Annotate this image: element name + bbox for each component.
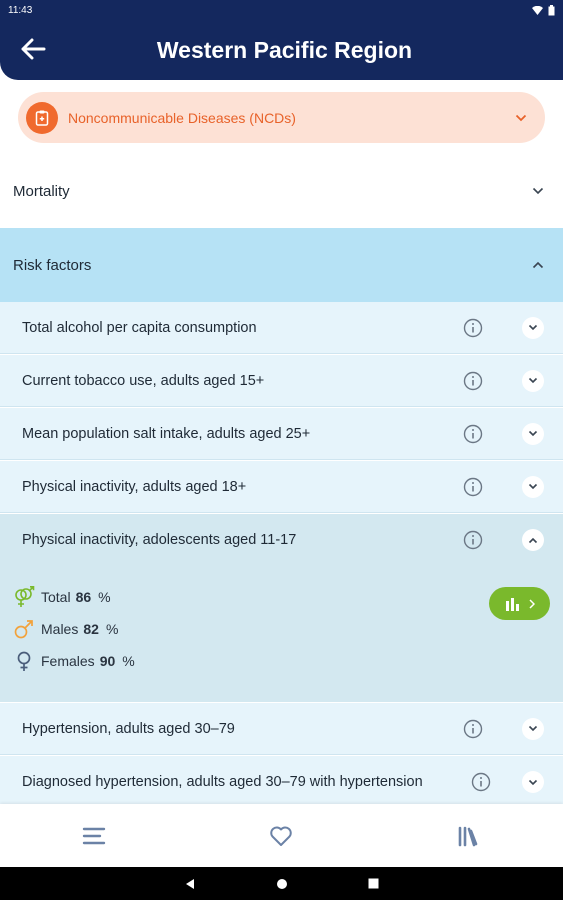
section-risk-factors-label: Risk factors <box>13 256 92 274</box>
info-icon[interactable] <box>462 317 484 339</box>
menu-icon <box>82 827 106 844</box>
system-back-icon[interactable] <box>184 878 196 890</box>
bottom-navigation <box>0 804 563 867</box>
risk-item-row[interactable]: Diagnosed hypertension, adults aged 30–7… <box>0 756 563 808</box>
info-icon[interactable] <box>462 370 484 392</box>
info-icon[interactable] <box>462 718 484 740</box>
wifi-icon <box>532 5 543 15</box>
chevron-down-icon <box>528 779 538 785</box>
expand-button[interactable] <box>522 771 544 793</box>
page-title: Western Pacific Region <box>156 36 413 63</box>
category-dropdown[interactable]: Noncommunicable Diseases (NCDs) <box>18 92 545 143</box>
info-icon[interactable] <box>462 423 484 445</box>
info-icon[interactable] <box>470 771 492 793</box>
risk-item-label: Diagnosed hypertension, adults aged 30–7… <box>22 774 423 790</box>
favorites-heart-icon <box>270 826 293 846</box>
risk-item-label: Total alcohol per capita consumption <box>22 319 257 336</box>
risk-item-label: Physical inactivity, adults aged 18+ <box>22 478 247 495</box>
risk-item-row[interactable]: Physical inactivity, adults aged 18+ <box>0 461 563 513</box>
risk-item-label: Mean population salt intake, adults aged… <box>22 425 311 442</box>
back-button[interactable] <box>16 34 50 64</box>
stat-total-unit: % <box>98 589 111 605</box>
menu-button[interactable] <box>74 816 114 856</box>
chevron-up-icon <box>528 255 548 275</box>
view-chart-button[interactable] <box>489 587 550 620</box>
system-home-icon[interactable] <box>276 878 288 890</box>
system-navigation-bar <box>0 867 563 900</box>
risk-item-row-expanded[interactable]: Physical inactivity, adolescents aged 11… <box>0 514 563 566</box>
stat-males: Males 82 % <box>12 618 118 640</box>
section-mortality[interactable]: Mortality <box>0 155 563 227</box>
system-recents-icon[interactable] <box>368 878 379 889</box>
chevron-down-icon <box>528 430 538 437</box>
expand-button[interactable] <box>522 475 544 498</box>
section-risk-factors[interactable]: Risk factors <box>0 228 563 302</box>
chevron-up-icon <box>528 537 538 543</box>
battery-icon <box>548 4 555 15</box>
risk-item-row[interactable]: Current tobacco use, adults aged 15+ <box>0 355 563 407</box>
arrow-left-icon <box>21 38 46 60</box>
risk-item-label: Physical inactivity, adolescents aged 11… <box>22 532 297 548</box>
stat-males-label: Males <box>41 621 79 637</box>
chevron-right-icon <box>528 598 535 609</box>
info-icon[interactable] <box>462 476 484 498</box>
expand-button[interactable] <box>522 422 544 445</box>
male-icon <box>12 618 36 640</box>
risk-item-row[interactable]: Hypertension, adults aged 30–79 <box>0 703 563 755</box>
chevron-down-icon <box>528 725 538 732</box>
app-header: Western Pacific Region <box>0 20 563 80</box>
stat-females-label: Females <box>41 653 95 669</box>
status-time: 11:43 <box>8 4 33 16</box>
expand-button[interactable] <box>522 717 544 740</box>
collapse-button[interactable] <box>522 529 544 551</box>
stat-total-value: 86 <box>75 589 92 605</box>
stat-females: Females 90 % <box>12 650 135 672</box>
stat-total: Total 86 % <box>12 586 111 608</box>
section-mortality-label: Mortality <box>13 182 70 200</box>
chevron-down-icon <box>511 108 531 128</box>
stat-total-label: Total <box>41 589 71 605</box>
bar-chart-icon <box>505 597 519 611</box>
risk-item-row[interactable]: Mean population salt intake, adults aged… <box>0 408 563 460</box>
chevron-down-icon <box>528 324 538 331</box>
risk-item-label: Current tobacco use, adults aged 15+ <box>22 372 265 389</box>
gender-total-icon <box>12 586 36 608</box>
risk-item-row[interactable]: Total alcohol per capita consumption <box>0 302 563 354</box>
status-bar: 11:43 <box>0 0 563 20</box>
stat-females-unit: % <box>122 653 135 669</box>
category-label: Noncommunicable Diseases (NCDs) <box>68 109 296 126</box>
status-icons <box>532 4 555 16</box>
info-icon[interactable] <box>462 529 484 551</box>
stat-females-value: 90 <box>99 653 116 669</box>
library-icon <box>458 826 478 846</box>
favorites-button[interactable] <box>261 816 301 856</box>
chevron-down-icon <box>528 377 538 384</box>
ncd-category-icon <box>26 101 58 134</box>
chevron-down-icon <box>528 483 538 490</box>
chevron-down-icon <box>528 181 548 201</box>
expanded-detail-panel: Total 86 % Males 82 % Females 90 % <box>0 566 563 702</box>
female-icon <box>12 650 36 672</box>
stat-males-value: 82 <box>83 621 99 637</box>
risk-item-label: Hypertension, adults aged 30–79 <box>22 720 235 737</box>
expand-button[interactable] <box>522 369 544 392</box>
expand-button[interactable] <box>522 316 544 339</box>
library-button[interactable] <box>449 816 489 856</box>
stat-males-unit: % <box>105 621 119 637</box>
